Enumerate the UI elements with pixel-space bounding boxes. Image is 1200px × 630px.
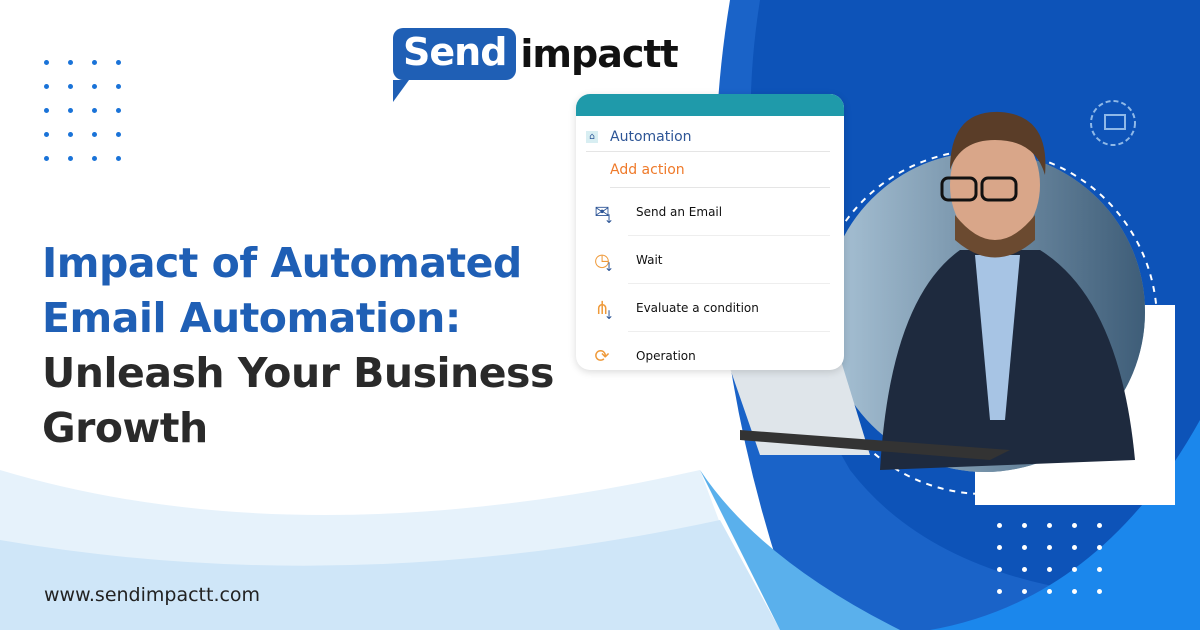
home-icon: ⌂: [586, 130, 598, 143]
arrow-down-icon: ↓: [604, 212, 615, 226]
step-operation[interactable]: ⟳ Operation: [576, 332, 830, 370]
website-url[interactable]: www.sendimpactt.com: [44, 584, 260, 606]
add-action[interactable]: Add action: [610, 152, 830, 188]
hierarchy-icon: ⋔: [594, 297, 610, 319]
step-evaluate-condition[interactable]: ⋔ Evaluate a condition: [576, 284, 830, 332]
headline: Impact of Automated Email Automation: Un…: [42, 236, 554, 456]
step-wait[interactable]: ◷ Wait: [576, 236, 830, 284]
headline-line1: Impact of Automated: [42, 239, 522, 287]
logo: Send impactt: [393, 28, 679, 102]
step-label: Wait: [628, 236, 830, 284]
step-send-email[interactable]: ✉ Send an Email: [576, 188, 830, 236]
card-title-text: Automation: [610, 128, 692, 145]
card-title: ⌂ Automation: [586, 122, 830, 152]
dot-grid-top: [44, 60, 121, 161]
arrow-down-icon: ↓: [604, 308, 615, 322]
logo-send: Send: [393, 28, 517, 102]
clock-icon: ◷: [594, 249, 610, 271]
dot-grid-bottom: [997, 523, 1102, 594]
headline-line3: Unleash Your Business: [42, 349, 554, 397]
card-header-bar: [576, 94, 844, 116]
automation-card: ⌂ Automation Add action ✉ Send an Email …: [576, 94, 844, 370]
logo-impactt: impactt: [520, 32, 678, 76]
step-label: Operation: [636, 349, 696, 363]
step-label: Evaluate a condition: [628, 284, 830, 332]
email-icon: ✉: [594, 201, 610, 223]
headline-line4: Growth: [42, 404, 208, 452]
cycle-icon: ⟳: [594, 345, 610, 367]
step-label: Send an Email: [628, 188, 830, 236]
headline-line2: Email Automation:: [42, 294, 461, 342]
arrow-down-icon: ↓: [604, 260, 615, 274]
